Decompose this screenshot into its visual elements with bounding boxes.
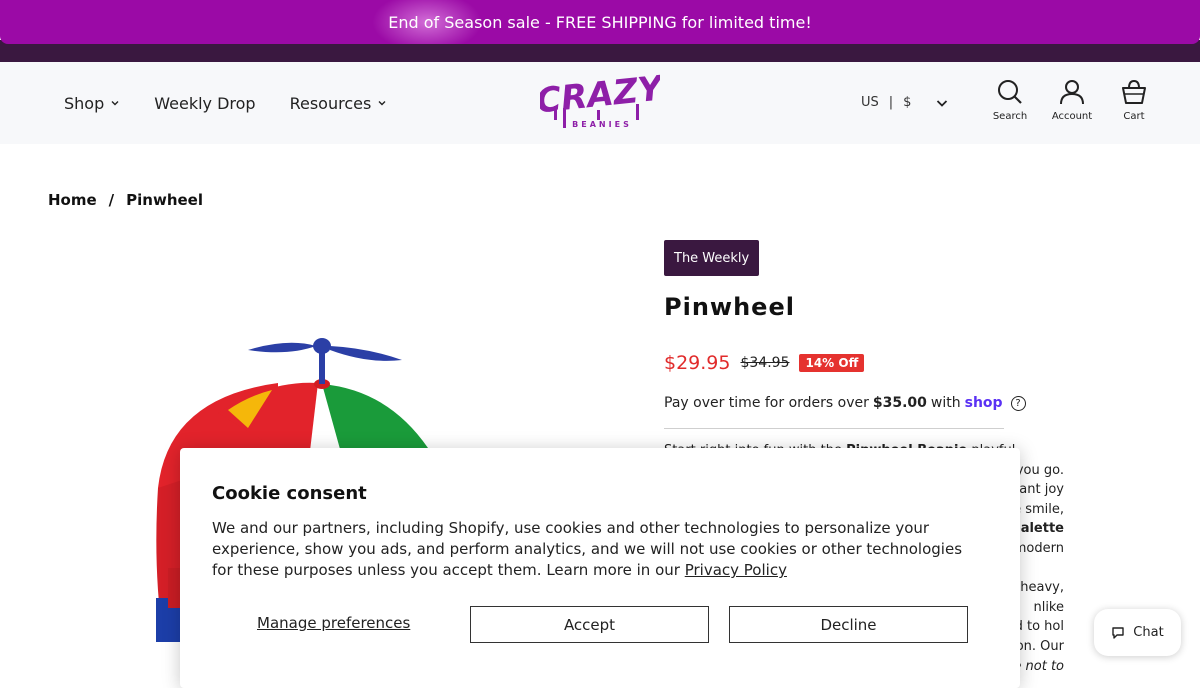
announcement-bar: End of Season sale - FREE SHIPPING for l… bbox=[0, 0, 1200, 44]
locale-selector[interactable]: US | $ bbox=[861, 95, 949, 110]
cookie-body-text: We and our partners, including Shopify, … bbox=[212, 519, 963, 579]
installments-amount: $35.00 bbox=[872, 395, 927, 411]
account-button[interactable]: Account bbox=[1052, 78, 1092, 122]
header-icons: Search Account Cart bbox=[990, 78, 1154, 122]
discount-badge: 14% Off bbox=[799, 354, 865, 372]
nav-shop[interactable]: Shop bbox=[64, 94, 120, 113]
nav-weekly-drop[interactable]: Weekly Drop bbox=[154, 94, 255, 113]
privacy-policy-link[interactable]: Privacy Policy bbox=[685, 561, 787, 579]
chat-icon bbox=[1112, 626, 1124, 639]
chevron-down-icon bbox=[378, 101, 386, 106]
shop-pay-logo: shop bbox=[964, 395, 1003, 411]
breadcrumb-separator: / bbox=[108, 191, 115, 209]
breadcrumb-home[interactable]: Home bbox=[48, 191, 97, 209]
main-nav: Shop Weekly Drop Resources bbox=[64, 62, 387, 144]
search-label: Search bbox=[992, 111, 1028, 122]
installments-middle: with bbox=[930, 395, 961, 411]
decline-button[interactable]: Decline bbox=[729, 606, 968, 643]
installments-prefix: Pay over time for orders over bbox=[664, 395, 869, 411]
nav-weekly-drop-label: Weekly Drop bbox=[154, 93, 256, 113]
chat-label: Chat bbox=[1133, 625, 1164, 640]
product-title: Pinwheel bbox=[664, 293, 795, 321]
chevron-down-icon bbox=[937, 99, 948, 107]
nav-resources[interactable]: Resources bbox=[290, 94, 388, 113]
compare-price: $34.95 bbox=[740, 355, 790, 371]
search-icon bbox=[998, 80, 1022, 104]
nav-resources-label: Resources bbox=[289, 93, 372, 113]
cookie-body: We and our partners, including Shopify, … bbox=[212, 518, 982, 581]
help-icon[interactable]: ? bbox=[1010, 395, 1026, 411]
divider bbox=[664, 428, 1004, 429]
installments-note: Pay over time for orders over $35.00 wit… bbox=[664, 395, 1026, 411]
locale-separator: | bbox=[888, 95, 894, 110]
chat-button[interactable]: Chat bbox=[1094, 609, 1181, 656]
accept-button[interactable]: Accept bbox=[470, 606, 709, 643]
price-row: $29.95 $34.95 14% Off bbox=[664, 352, 865, 374]
chevron-down-icon bbox=[111, 101, 119, 106]
logo-sub-text: BEANIES bbox=[572, 120, 632, 129]
cart-label: Cart bbox=[1123, 111, 1145, 122]
cookie-title: Cookie consent bbox=[212, 483, 367, 504]
cookie-consent-dialog: Cookie consent We and our partners, incl… bbox=[180, 448, 1020, 688]
site-header: Shop Weekly Drop Resources CRAZY BEANIES… bbox=[0, 62, 1200, 144]
locale-country: US bbox=[861, 95, 879, 110]
manage-preferences-link[interactable]: Manage preferences bbox=[257, 614, 410, 632]
locale-currency: $ bbox=[903, 95, 912, 110]
breadcrumb-current: Pinwheel bbox=[126, 191, 203, 209]
account-icon bbox=[1060, 80, 1084, 105]
collection-badge[interactable]: The Weekly bbox=[664, 240, 760, 276]
sale-price: $29.95 bbox=[664, 352, 731, 374]
search-button[interactable]: Search bbox=[990, 78, 1030, 122]
breadcrumb: Home / Pinwheel bbox=[48, 191, 203, 209]
announcement-text: End of Season sale - FREE SHIPPING for l… bbox=[388, 12, 812, 32]
nav-shop-label: Shop bbox=[64, 93, 105, 113]
cart-button[interactable]: Cart bbox=[1114, 78, 1154, 122]
cart-icon bbox=[1122, 79, 1146, 104]
account-label: Account bbox=[1051, 111, 1093, 122]
crazy-beanies-logo[interactable]: CRAZY BEANIES bbox=[540, 66, 660, 136]
